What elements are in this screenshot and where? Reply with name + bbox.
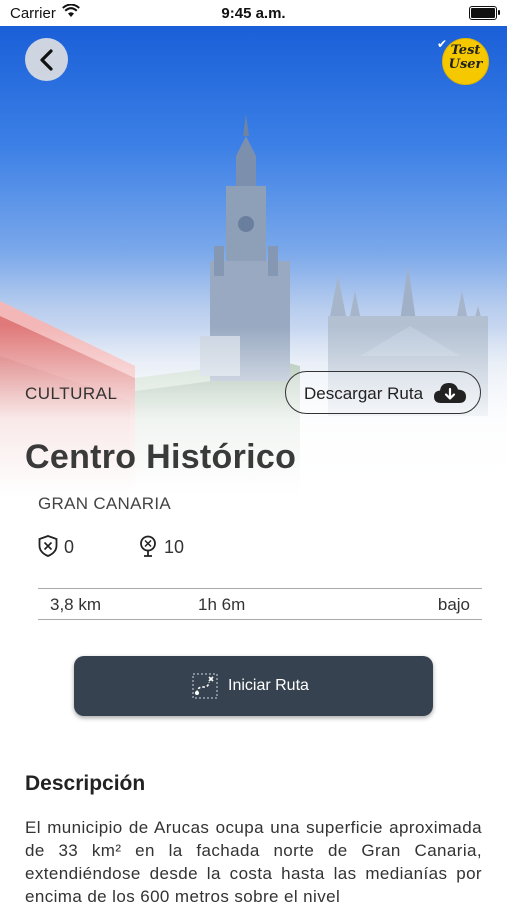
download-route-button[interactable]: Descargar Ruta (285, 371, 481, 414)
status-bar: Carrier 9:45 a.m. (0, 0, 507, 26)
route-icon (192, 673, 218, 699)
description-text: El municipio de Arucas ocupa una superfi… (25, 818, 482, 906)
chevron-left-icon (39, 48, 53, 71)
shield-icon (38, 535, 58, 557)
route-category: CULTURAL (25, 384, 118, 403)
user-badge-text: Test User (448, 43, 483, 72)
status-time: 9:45 a.m. (221, 5, 286, 22)
start-route-button[interactable]: Iniciar Ruta (74, 656, 433, 716)
route-title: Centro Histórico (25, 438, 297, 476)
route-metrics: 3,8 km 1h 6m bajo (38, 588, 482, 620)
route-duration: 1h 6m (198, 595, 246, 614)
route-region: GRAN CANARIA (38, 494, 172, 513)
badge-count: 0 (64, 537, 75, 557)
poi-count: 10 (164, 537, 185, 557)
battery-icon (469, 6, 500, 20)
user-avatar[interactable]: ✔ Test User (437, 37, 489, 85)
route-distance: 3,8 km (50, 595, 102, 614)
map-pin-icon (140, 535, 156, 557)
cloud-download-icon (434, 383, 466, 403)
download-route-label: Descargar Ruta (304, 384, 424, 403)
back-button[interactable] (25, 38, 68, 81)
description-heading: Descripción (25, 772, 146, 795)
hero-image (0, 26, 507, 496)
route-difficulty: bajo (437, 595, 470, 614)
start-route-label: Iniciar Ruta (228, 677, 309, 694)
